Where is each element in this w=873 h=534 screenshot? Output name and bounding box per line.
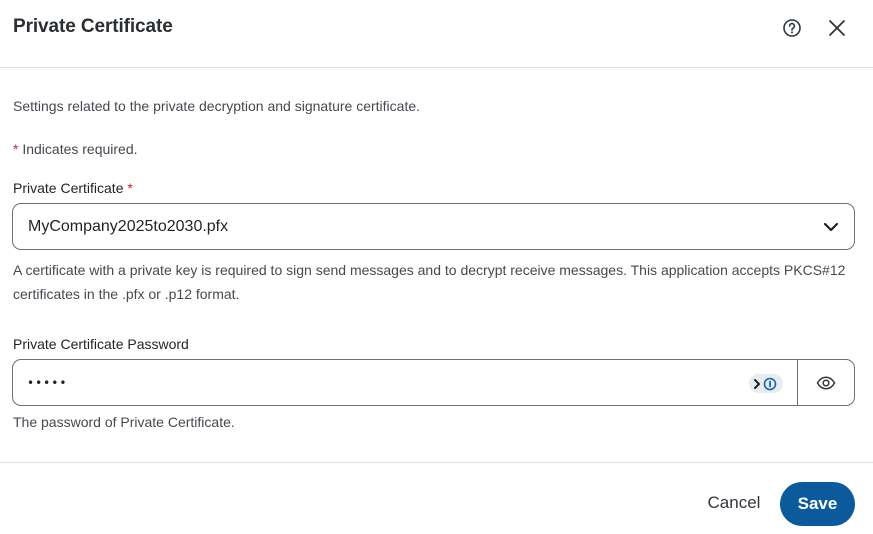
certificate-required-star: * — [123, 180, 133, 196]
certificate-help-text: A certificate with a private key is requ… — [13, 262, 846, 302]
password-manager-icon — [754, 377, 777, 390]
private-certificate-dialog: Private Certificate Settings related to … — [0, 0, 873, 534]
certificate-label: Private Certificate * — [13, 180, 133, 196]
required-note: * Indicates required. — [13, 141, 138, 157]
close-icon — [829, 20, 845, 36]
dialog-header: Private Certificate — [0, 0, 873, 68]
dialog-title: Private Certificate — [13, 16, 173, 37]
password-field — [12, 359, 855, 406]
password-help-text: The password of Private Certificate. — [13, 414, 235, 430]
certificate-select[interactable]: MyCompany2025to2030.pfx — [12, 203, 855, 250]
footer-divider — [0, 462, 873, 463]
password-label: Private Certificate Password — [13, 336, 189, 352]
close-button[interactable] — [826, 17, 848, 39]
cancel-button[interactable]: Cancel — [697, 483, 771, 523]
certificate-select-value: MyCompany2025to2030.pfx — [28, 218, 229, 235]
eye-icon — [816, 375, 836, 390]
help-button[interactable] — [781, 17, 803, 39]
dialog-description: Settings related to the private decrypti… — [13, 98, 421, 114]
password-manager-button[interactable] — [749, 374, 783, 393]
certificate-label-text: Private Certificate — [13, 180, 124, 196]
save-button[interactable]: Save — [780, 482, 855, 526]
chevron-down-icon — [823, 222, 839, 232]
help-circle-icon — [783, 19, 801, 37]
show-password-button[interactable] — [798, 360, 854, 405]
required-note-text: Indicates required. — [18, 141, 138, 157]
password-input[interactable] — [27, 373, 727, 393]
